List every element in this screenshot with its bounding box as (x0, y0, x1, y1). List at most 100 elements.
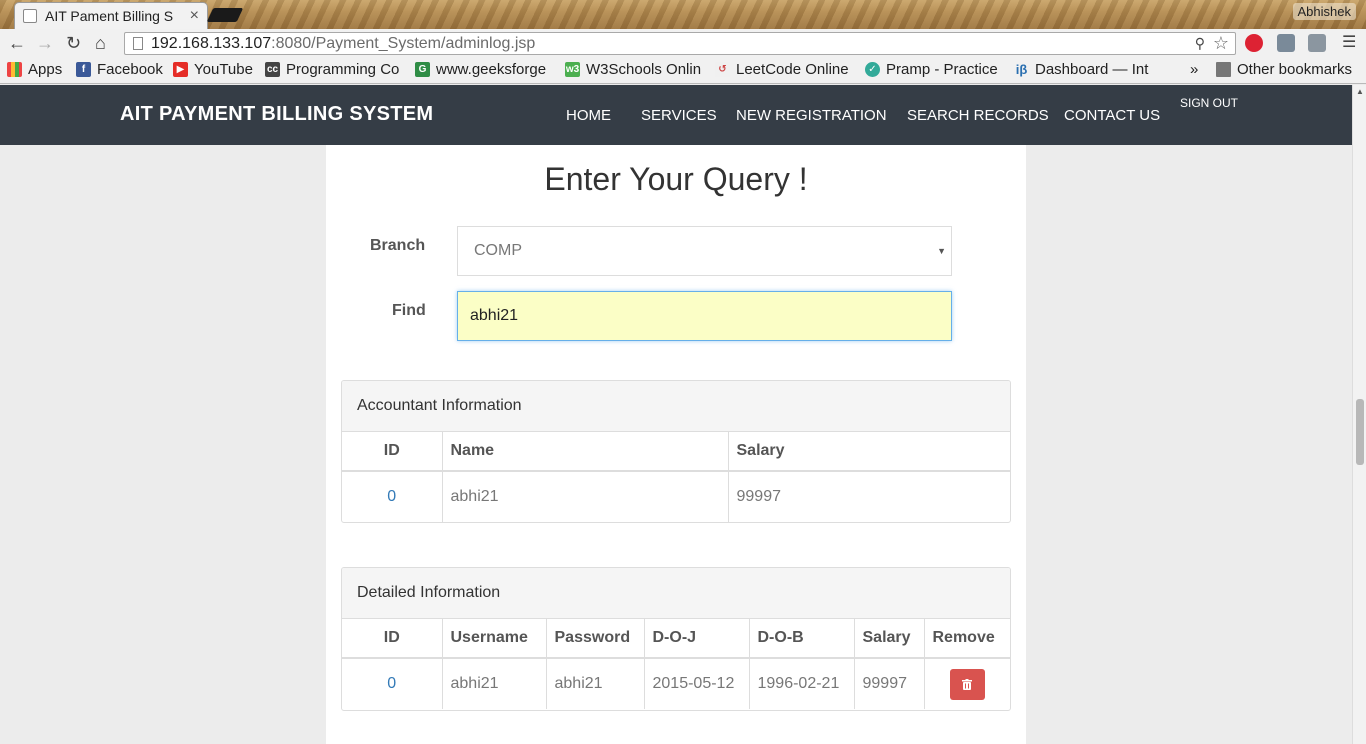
cell-salary: 99997 (854, 658, 925, 709)
bookmark-w3schools[interactable]: w3 W3Schools Onlin (565, 61, 702, 78)
reload-icon[interactable]: ↻ (66, 33, 81, 53)
url-host: 192.168.133.107 (151, 34, 272, 52)
page-viewport: AIT PAYMENT BILLING SYSTEM HOME SERVICES… (0, 85, 1352, 744)
extension-icon[interactable] (1277, 34, 1295, 52)
bookmarks-bar: Apps f Facebook ▶ YouTube cc Programming… (0, 57, 1366, 84)
page-scrollbar[interactable]: ▲ (1352, 85, 1366, 744)
url-text: 192.168.133.107:8080/Payment_System/admi… (151, 35, 535, 53)
column-header-dob: D-O-B (749, 619, 855, 659)
nav-search-records[interactable]: SEARCH RECORDS (907, 107, 1049, 124)
detailed-panel: Detailed Information ID Username Passwor… (341, 567, 1011, 711)
bookmark-label: Apps (28, 61, 63, 78)
more-bookmarks-button[interactable]: » (1190, 61, 1198, 78)
bookmark-youtube[interactable]: ▶ YouTube (173, 61, 253, 78)
column-header-id: ID (342, 619, 443, 659)
cell-id: 0 (342, 658, 443, 709)
bookmark-label: Dashboard — Int (1035, 61, 1149, 78)
scroll-thumb[interactable] (1356, 399, 1364, 465)
branch-selected-value: COMP (474, 242, 522, 259)
nav-home[interactable]: HOME (566, 107, 611, 124)
apps-grid-icon (7, 62, 22, 77)
browser-toolbar: ← → ↻ ⌂ 192.168.133.107:8080/Payment_Sys… (0, 29, 1366, 57)
table-row: 0 abhi21 abhi21 2015-05-12 1996-02-21 99… (342, 658, 1010, 709)
cell-username: abhi21 (442, 658, 547, 709)
column-header-name: Name (442, 432, 729, 472)
forward-arrow-icon[interactable]: → (36, 33, 54, 53)
bookmark-label: Facebook (97, 61, 163, 78)
column-header-salary: Salary (728, 432, 1010, 472)
accountant-panel: Accountant Information ID Name Salary 0 … (341, 380, 1011, 523)
youtube-icon: ▶ (173, 62, 188, 77)
find-input[interactable]: abhi21 (457, 291, 952, 341)
branch-select[interactable]: COMP ▼ (457, 226, 952, 276)
nav-services[interactable]: SERVICES (641, 107, 717, 124)
bookmark-programming[interactable]: cc Programming Co (265, 61, 400, 78)
browser-tab[interactable]: AIT Pament Billing S × (14, 2, 208, 29)
column-header-username: Username (442, 619, 547, 659)
page-favicon-icon (23, 9, 37, 23)
find-input-value: abhi21 (470, 307, 519, 324)
bookmark-apps[interactable]: Apps (7, 61, 62, 78)
back-arrow-icon[interactable]: ← (8, 33, 26, 53)
bookmark-label: Programming Co (286, 61, 400, 78)
geeksforgeeks-icon: G (415, 62, 430, 77)
scroll-up-icon[interactable]: ▲ (1356, 87, 1364, 96)
panel-title: Accountant Information (342, 381, 1010, 432)
address-bar[interactable]: 192.168.133.107:8080/Payment_System/admi… (124, 32, 1236, 55)
panel-title: Detailed Information (342, 568, 1010, 619)
page-title: Enter Your Query ! (544, 161, 808, 197)
branch-label: Branch (370, 237, 426, 254)
bookmark-label: www.geeksforge (436, 61, 547, 78)
page-icon (133, 37, 143, 50)
bookmark-label: LeetCode Online (736, 61, 849, 78)
folder-icon (1216, 62, 1231, 77)
site-brand[interactable]: AIT PAYMENT BILLING SYSTEM (120, 103, 433, 126)
chevron-down-icon: ▼ (937, 246, 946, 256)
home-icon[interactable]: ⌂ (95, 33, 106, 53)
column-header-salary: Salary (854, 619, 925, 659)
id-link[interactable]: 0 (387, 675, 396, 692)
other-bookmarks[interactable]: Other bookmarks (1216, 61, 1352, 78)
bookmark-geeksforgeeks[interactable]: G www.geeksforge (415, 61, 553, 78)
find-label: Find (392, 302, 426, 319)
leetcode-icon: ↺ (715, 62, 730, 77)
remove-button[interactable] (949, 668, 985, 700)
bookmark-star-icon[interactable]: ☆ (1213, 33, 1229, 54)
cc-icon: cc (265, 62, 280, 77)
id-link[interactable]: 0 (387, 488, 396, 505)
column-header-doj: D-O-J (644, 619, 750, 659)
tab-close-icon[interactable]: × (190, 7, 199, 25)
accountant-table: ID Name Salary 0 abhi21 99997 (342, 432, 1010, 522)
nav-contact-us[interactable]: CONTACT US (1064, 107, 1160, 124)
interviewbit-icon: iβ (1015, 62, 1028, 77)
table-header-row: ID Name Salary (342, 432, 1010, 472)
bookmark-pramp[interactable]: ✓ Pramp - Practice (865, 61, 999, 78)
bookmark-dashboard[interactable]: iβ Dashboard — Int (1014, 61, 1152, 78)
w3schools-icon: w3 (565, 62, 580, 77)
tab-title: AIT Pament Billing S (45, 8, 174, 24)
bookmark-label: Pramp - Practice (886, 61, 998, 78)
bookmark-label: W3Schools Onlin (586, 61, 702, 78)
key-icon[interactable]: ⚲ (1195, 35, 1205, 52)
profile-name[interactable]: Abhishek (1292, 3, 1356, 20)
menu-icon[interactable]: ☰ (1342, 33, 1356, 53)
nav-new-registration[interactable]: NEW REGISTRATION (736, 107, 887, 124)
extension-icon[interactable] (1308, 34, 1326, 52)
bookmark-leetcode[interactable]: ↺ LeetCode Online (715, 61, 852, 78)
column-header-password: Password (546, 619, 645, 659)
bookmark-label: YouTube (194, 61, 253, 78)
column-header-id: ID (342, 432, 443, 472)
table-header-row: ID Username Password D-O-J D-O-B Salary … (342, 619, 1010, 659)
pramp-icon: ✓ (865, 62, 880, 77)
cell-doj: 2015-05-12 (644, 658, 750, 709)
facebook-icon: f (76, 62, 91, 77)
cell-name: abhi21 (442, 471, 729, 522)
detailed-table: ID Username Password D-O-J D-O-B Salary … (342, 619, 1010, 709)
url-path: :8080/Payment_System/adminlog.jsp (271, 34, 536, 52)
adblock-icon[interactable] (1245, 34, 1263, 52)
trash-icon (962, 678, 973, 690)
cell-dob: 1996-02-21 (749, 658, 855, 709)
query-card: Enter Your Query ! Branch COMP ▼ Find ab… (326, 145, 1026, 744)
sign-out-link[interactable]: SIGN OUT (1180, 96, 1238, 110)
bookmark-facebook[interactable]: f Facebook (76, 61, 163, 78)
